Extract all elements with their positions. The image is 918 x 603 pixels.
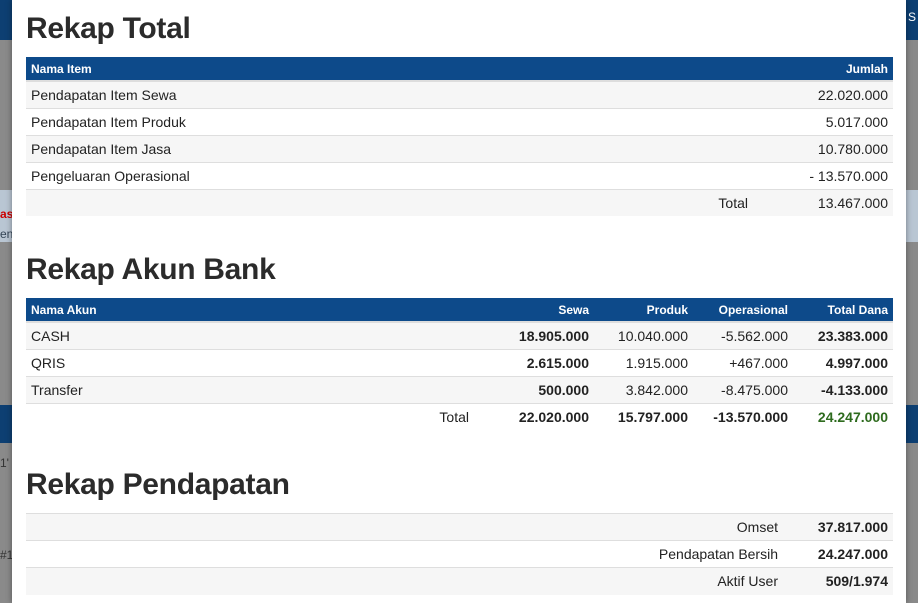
table-row: Transfer 500.000 3.842.000 -8.475.000 -4… (26, 375, 893, 403)
total-row: Total 13.467.000 (26, 188, 893, 216)
account-name: Transfer (26, 375, 494, 403)
table-row: Pendapatan Item Produk 5.017.000 (26, 107, 893, 135)
background-text-fragment: 1' (0, 456, 9, 470)
total-sewa: 22.020.000 (494, 402, 594, 430)
item-name: Pendapatan Item Produk (26, 107, 753, 135)
table-row: Pendapatan Item Jasa 10.780.000 (26, 134, 893, 162)
produk-value: 1.915.000 (594, 348, 693, 376)
total-produk: 15.797.000 (594, 402, 693, 430)
table-header-row: Nama Akun Sewa Produk Operasional Total … (26, 298, 893, 323)
total-dana-value: -4.133.000 (793, 375, 893, 403)
rekap-modal: Rekap Total Nama Item Jumlah Pendapatan … (12, 0, 906, 603)
table-row: Aktif User 509/1.974 (26, 567, 893, 595)
account-name: CASH (26, 321, 494, 349)
table-header-row: Nama Item Jumlah (26, 57, 893, 82)
rekap-total-title: Rekap Total (26, 12, 191, 45)
item-value: - 13.570.000 (753, 161, 893, 189)
column-header-jumlah: Jumlah (753, 57, 893, 82)
operasional-value: -8.475.000 (693, 375, 793, 403)
column-header-produk: Produk (594, 298, 693, 323)
rekap-pendapatan-title: Rekap Pendapatan (26, 468, 290, 501)
account-name: QRIS (26, 348, 494, 376)
produk-value: 10.040.000 (594, 321, 693, 349)
total-value: 13.467.000 (753, 188, 893, 216)
item-value: 5.017.000 (753, 107, 893, 135)
sewa-value: 18.905.000 (494, 321, 594, 349)
summary-label: Pendapatan Bersih (26, 540, 783, 568)
summary-value: 509/1.974 (783, 567, 893, 595)
background-text-fragment: S (908, 10, 917, 24)
summary-value: 37.817.000 (783, 513, 893, 541)
column-header-nama-item: Nama Item (26, 57, 753, 82)
table-row: Pendapatan Bersih 24.247.000 (26, 540, 893, 568)
summary-value: 24.247.000 (783, 540, 893, 568)
table-row: Pengeluaran Operasional - 13.570.000 (26, 161, 893, 189)
rekap-akun-bank-table: Nama Akun Sewa Produk Operasional Total … (26, 298, 893, 430)
total-dana-value: 23.383.000 (793, 321, 893, 349)
table-row: QRIS 2.615.000 1.915.000 +467.000 4.997.… (26, 348, 893, 376)
operasional-value: +467.000 (693, 348, 793, 376)
total-dana-value: 4.997.000 (793, 348, 893, 376)
sewa-value: 500.000 (494, 375, 594, 403)
column-header-total-dana: Total Dana (793, 298, 893, 323)
total-row: Total 22.020.000 15.797.000 -13.570.000 … (26, 402, 893, 430)
summary-label: Aktif User (26, 567, 783, 595)
table-row: Pendapatan Item Sewa 22.020.000 (26, 80, 893, 108)
sewa-value: 2.615.000 (494, 348, 594, 376)
table-row: CASH 18.905.000 10.040.000 -5.562.000 23… (26, 321, 893, 349)
rekap-akun-bank-title: Rekap Akun Bank (26, 253, 276, 286)
total-label: Total (26, 402, 494, 430)
item-name: Pengeluaran Operasional (26, 161, 753, 189)
total-label: Total (26, 188, 753, 216)
rekap-total-table: Nama Item Jumlah Pendapatan Item Sewa 22… (26, 57, 893, 216)
total-operasional: -13.570.000 (693, 402, 793, 430)
column-header-operasional: Operasional (693, 298, 793, 323)
rekap-pendapatan-table: Omset 37.817.000 Pendapatan Bersih 24.24… (26, 513, 893, 595)
column-header-nama-akun: Nama Akun (26, 298, 494, 323)
summary-label: Omset (26, 513, 783, 541)
item-name: Pendapatan Item Jasa (26, 134, 753, 162)
item-value: 10.780.000 (753, 134, 893, 162)
produk-value: 3.842.000 (594, 375, 693, 403)
item-name: Pendapatan Item Sewa (26, 80, 753, 108)
operasional-value: -5.562.000 (693, 321, 793, 349)
item-value: 22.020.000 (753, 80, 893, 108)
total-dana: 24.247.000 (793, 402, 893, 430)
table-row: Omset 37.817.000 (26, 513, 893, 541)
column-header-sewa: Sewa (494, 298, 594, 323)
